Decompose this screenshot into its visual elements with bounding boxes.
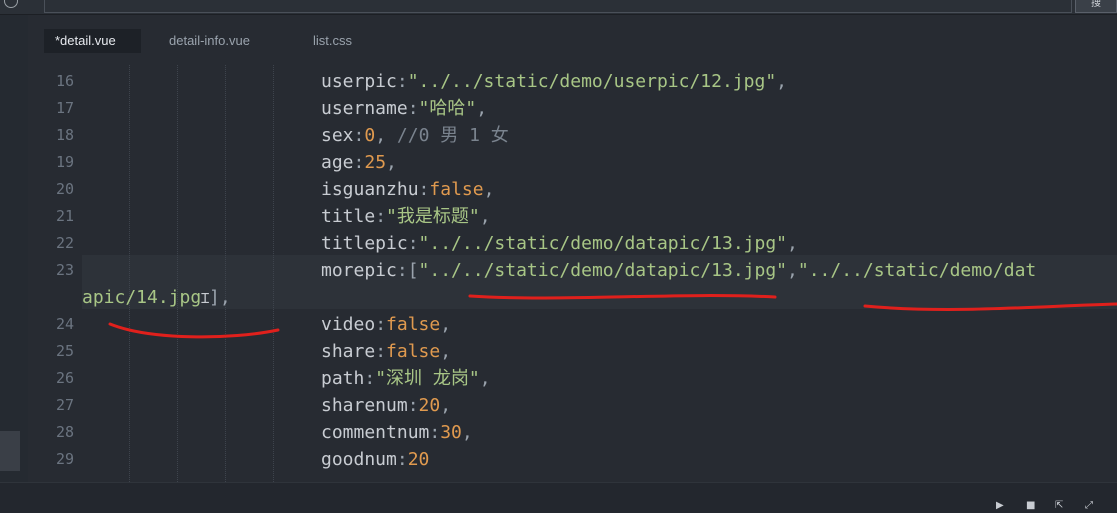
stop-icon[interactable]: ■ bbox=[1026, 501, 1036, 511]
expand-icon[interactable]: ⤢ bbox=[1085, 501, 1095, 511]
run-icon[interactable]: ▶ bbox=[996, 501, 1006, 511]
underline-mark bbox=[468, 294, 777, 300]
status-bar: ▶ ■ ⇱ ⤢ bbox=[0, 482, 1117, 513]
underline-mark bbox=[108, 322, 280, 339]
red-annotation-layer bbox=[108, 294, 1117, 339]
export-icon[interactable]: ⇱ bbox=[1055, 501, 1065, 511]
underline-mark bbox=[863, 302, 1117, 311]
